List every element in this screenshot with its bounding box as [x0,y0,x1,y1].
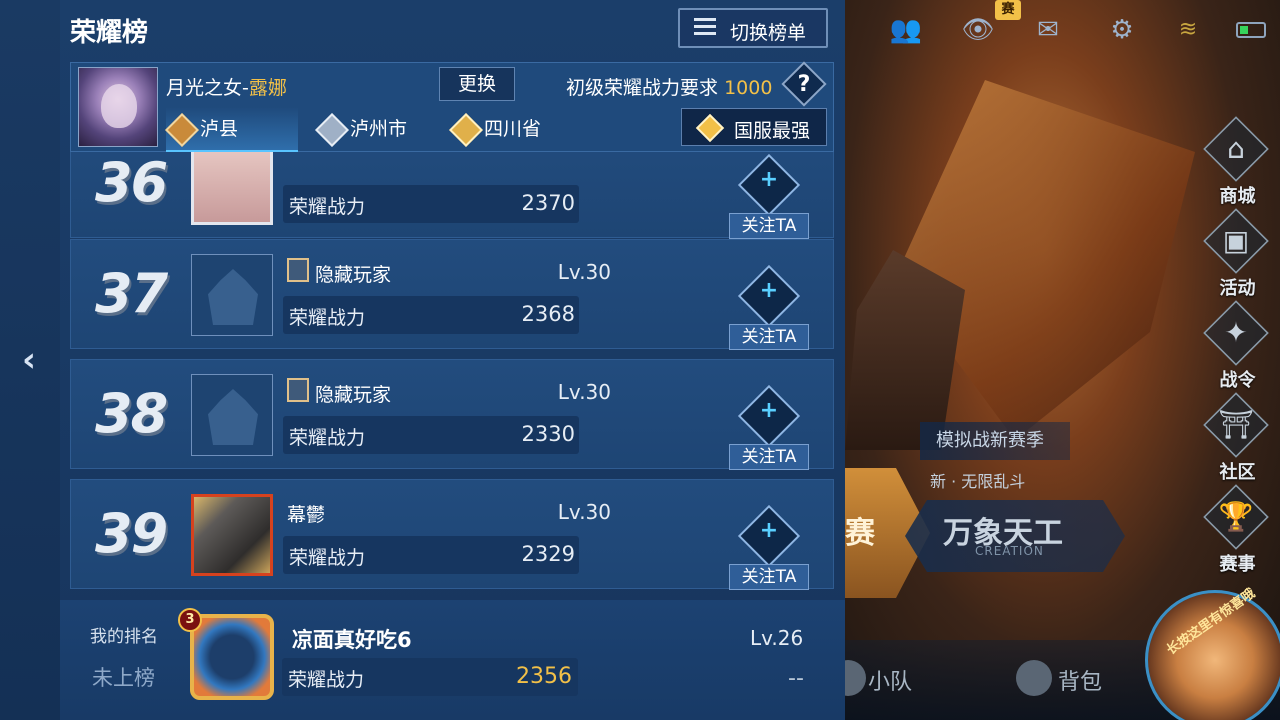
hero-portrait[interactable] [78,67,158,147]
hidden-tag-icon [287,258,309,282]
player-name: 隐藏玩家 [315,264,392,286]
province-emblem-icon [449,113,483,147]
side-item-community[interactable]: ⛩ 社区 [1195,392,1280,486]
player-name: 隐藏玩家 [315,384,392,406]
question-icon: ? [797,72,811,97]
page-title: 荣耀榜 [70,18,149,48]
left-strip: ‹ [0,0,60,720]
friends-icon[interactable]: 👥 [888,14,924,46]
national-emblem-icon [695,113,725,143]
side-item-pass[interactable]: ✦ 战令 [1195,300,1280,394]
trophy-icon: 🏆 [1218,500,1254,533]
county-emblem-icon [165,113,199,147]
player-name: 幕鬱 [287,504,326,526]
power-box: 荣耀战力 2370 [283,185,579,223]
player-avatar[interactable] [191,152,273,225]
hidden-player-avatar[interactable] [191,374,273,456]
shop-icon: ⌂ [1227,132,1245,165]
player-level: Lv.30 [557,500,611,524]
my-rank-bar: 我的排名 未上榜 3 凉面真好吃6 Lv.26 荣耀战力 2356 -- [60,600,845,720]
my-rank-placeholder: -- [788,666,804,691]
add-friend-icon[interactable]: + [747,518,791,543]
add-friend-icon[interactable]: + [747,278,791,303]
rank-list[interactable]: 36 荣耀战力 2370 + 关注TA 37 隐藏玩家 Lv.30 荣耀战力 2… [70,152,834,592]
hero-selector: 月光之女-露娜 更换 初级荣耀战力要求 1000 ? 泸县 泸州市 四川省 国服… [70,61,834,153]
my-level: Lv.26 [750,626,804,650]
follow-button[interactable]: 关注TA [729,564,809,590]
wifi-icon: ≋ [1178,17,1198,42]
level-badge: 3 [178,608,202,632]
mail-icon[interactable]: ✉ [1030,14,1066,46]
add-friend-icon[interactable]: + [747,398,791,423]
power-box: 荣耀战力 2368 [283,296,579,334]
leaderboard-panel: 荣耀榜 切换榜单 月光之女-露娜 更换 初级荣耀战力要求 1000 ? 泸县 泸… [60,0,845,720]
my-rank-label: 我的排名 [90,627,158,647]
power-box: 荣耀战力 2330 [283,416,579,454]
power-requirement: 初级荣耀战力要求 1000 [566,77,773,99]
city-emblem-icon [315,113,349,147]
side-item-shop[interactable]: ⌂ 商城 [1195,116,1280,210]
list-icon [694,18,716,38]
follow-button[interactable]: 关注TA [729,213,809,239]
player-level: Lv.30 [557,380,611,404]
mode-subtitle: 新 · 无限乱斗 [930,472,1026,491]
rank-number: 39 [95,502,168,565]
watch-icon[interactable]: 👁 [960,14,996,46]
warrior-art [845,250,965,450]
corner-avatar[interactable]: 长按这里有惊喜哦 [1145,586,1280,720]
follow-button[interactable]: 关注TA [729,444,809,470]
bag-icon [1016,660,1052,696]
battery-icon [1236,22,1266,38]
mock-battle-banner[interactable]: 模拟战新赛季 [920,422,1070,460]
rank-number: 38 [95,382,168,445]
community-icon: ⛩ [1218,408,1254,441]
my-name: 凉面真好吃6 [292,628,412,652]
bag-button[interactable]: 背包 [1058,664,1102,696]
activity-icon: ▣ [1222,224,1250,257]
side-item-events[interactable]: 🏆 赛事 [1195,484,1280,578]
top-bar: 👥 👁 ✉ ⚙ ≋ [880,8,1280,52]
tab-city[interactable]: 泸州市 [315,107,446,153]
table-row: 37 隐藏玩家 Lv.30 荣耀战力 2368 + 关注TA [70,239,834,350]
team-button[interactable]: 小队 [868,664,912,696]
hidden-player-avatar[interactable] [191,254,273,336]
national-best-button[interactable]: 国服最强 [681,108,827,146]
rank-number: 36 [95,152,168,214]
player-level: Lv.30 [557,260,611,284]
add-friend-icon[interactable]: + [747,167,791,192]
gear-icon[interactable]: ⚙ [1104,14,1140,46]
my-avatar[interactable] [190,614,274,700]
my-rank-status: 未上榜 [92,666,155,690]
power-box: 荣耀战力 2329 [283,536,579,574]
table-row: 39 幕鬱 Lv.30 荣耀战力 2329 + 关注TA [70,479,834,590]
region-tabs: 泸县 泸州市 四川省 [165,107,586,153]
table-row: 36 荣耀战力 2370 + 关注TA [70,152,834,239]
hero-name: 月光之女-露娜 [166,77,287,99]
switch-list-button[interactable]: 切换榜单 [678,8,828,48]
rank-number: 37 [95,262,168,325]
player-avatar[interactable] [191,494,273,576]
change-hero-button[interactable]: 更换 [439,67,515,101]
follow-button[interactable]: 关注TA [729,324,809,350]
table-row: 38 隐藏玩家 Lv.30 荣耀战力 2330 + 关注TA [70,359,834,470]
event-badge: 赛 [995,0,1021,20]
pass-icon: ✦ [1224,316,1248,349]
side-item-activity[interactable]: ▣ 活动 [1195,208,1280,302]
hidden-tag-icon [287,378,309,402]
tab-province[interactable]: 四川省 [449,107,580,153]
my-power-box: 荣耀战力 2356 [282,658,578,696]
tab-county[interactable]: 泸县 [165,107,298,153]
back-arrow-icon[interactable]: ‹ [14,340,44,380]
creation-mode-card[interactable]: 万象天工 CREATION [905,500,1125,572]
